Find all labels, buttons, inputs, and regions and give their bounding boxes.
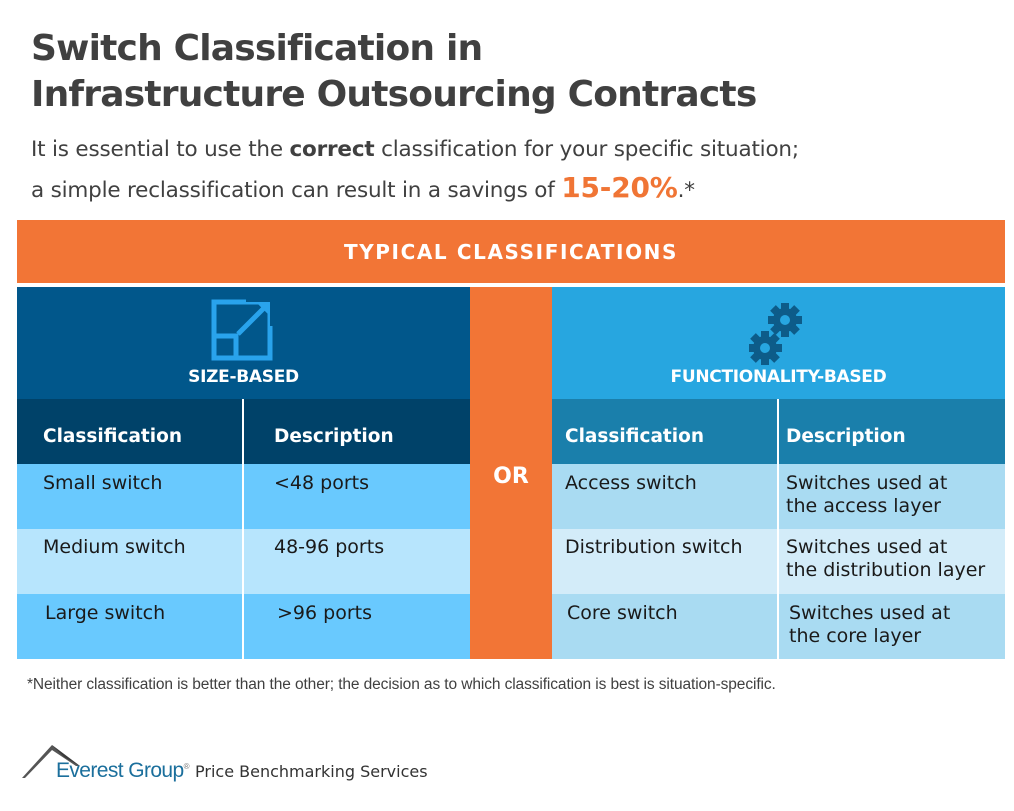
functionality-based-header: FUNCTIONALITY-BASED	[552, 287, 1005, 399]
functionality-based-panel: FUNCTIONALITY-BASED Classification Descr…	[552, 287, 1005, 659]
table-row: Core switch Switches used at the core la…	[552, 594, 1005, 659]
table-row: Medium switch 48-96 ports	[17, 529, 470, 594]
column-header-classification: Classification	[552, 399, 779, 464]
subtitle-text: .*	[677, 178, 695, 203]
description-cell: Switches used at the access layer	[778, 464, 1005, 529]
subtitle-emphasis: correct	[289, 137, 375, 162]
service-name: Price Benchmarking Services	[195, 762, 428, 781]
typical-classifications-banner: TYPICAL CLASSIFICATIONS	[17, 220, 1005, 283]
registered-mark: ®	[183, 762, 190, 771]
title-line-1: Switch Classification in	[31, 28, 483, 69]
resize-expand-icon	[210, 298, 274, 367]
gears-icon	[748, 298, 809, 371]
description-cell: <48 ports	[243, 464, 470, 529]
column-header-description: Description	[778, 399, 1005, 464]
classification-cell: Large switch	[17, 594, 244, 659]
column-header-classification: Classification	[17, 399, 244, 464]
savings-highlight: 15-20%	[561, 171, 678, 204]
classification-cell: Small switch	[17, 464, 244, 529]
banner-label: TYPICAL CLASSIFICATIONS	[343, 239, 679, 264]
column-header-description: Description	[243, 399, 470, 464]
subtitle-line-1: It is essential to use the correct class…	[31, 131, 991, 169]
description-line: the access layer	[786, 495, 941, 517]
size-based-header: SIZE-BASED	[17, 287, 470, 399]
description-cell: >96 ports	[243, 594, 470, 659]
footnote: *Neither classification is better than t…	[27, 676, 776, 693]
size-based-table: Classification Description Small switch …	[17, 399, 470, 659]
description-line: Switches used at	[789, 602, 951, 624]
table-row: Access switch Switches used at the acces…	[552, 464, 1005, 529]
brand-text: Everest Group	[56, 759, 184, 782]
description-cell: 48-96 ports	[243, 529, 470, 594]
table-row: Small switch <48 ports	[17, 464, 470, 529]
or-label: OR	[493, 464, 529, 489]
table-row: Large switch >96 ports	[17, 594, 470, 659]
classification-cell: Distribution switch	[552, 529, 779, 594]
subtitle: It is essential to use the correct class…	[31, 131, 991, 210]
description-cell: Switches used at the distribution layer	[778, 529, 1005, 594]
table-header-row: Classification Description	[17, 399, 470, 464]
table-row: Distribution switch Switches used at the…	[552, 529, 1005, 594]
size-based-panel: SIZE-BASED Classification Description Sm…	[17, 287, 470, 659]
description-line: Switches used at	[786, 536, 948, 558]
subtitle-text: a simple reclassification can result in …	[31, 178, 562, 203]
classification-cell: Core switch	[552, 594, 779, 659]
classification-cell: Access switch	[552, 464, 779, 529]
subtitle-text: It is essential to use the	[31, 137, 290, 162]
functionality-based-table: Classification Description Access switch…	[552, 399, 1005, 659]
size-based-label: SIZE-BASED	[188, 367, 299, 387]
description-line: Switches used at	[786, 472, 948, 494]
description-line: the distribution layer	[786, 559, 986, 581]
subtitle-text: classification for your specific situati…	[374, 137, 799, 162]
classification-cell: Medium switch	[17, 529, 244, 594]
description-cell: Switches used at the core layer	[778, 594, 1005, 659]
or-separator: OR	[470, 287, 552, 659]
subtitle-line-2: a simple reclassification can result in …	[31, 169, 991, 210]
table-header-row: Classification Description	[552, 399, 1005, 464]
brand-name: Everest Group®	[56, 759, 190, 783]
description-line: the core layer	[789, 625, 922, 647]
page-title: Switch Classification in Infrastructure …	[31, 26, 757, 118]
title-line-2: Infrastructure Outsourcing Contracts	[31, 74, 757, 115]
functionality-based-label: FUNCTIONALITY-BASED	[670, 367, 887, 387]
